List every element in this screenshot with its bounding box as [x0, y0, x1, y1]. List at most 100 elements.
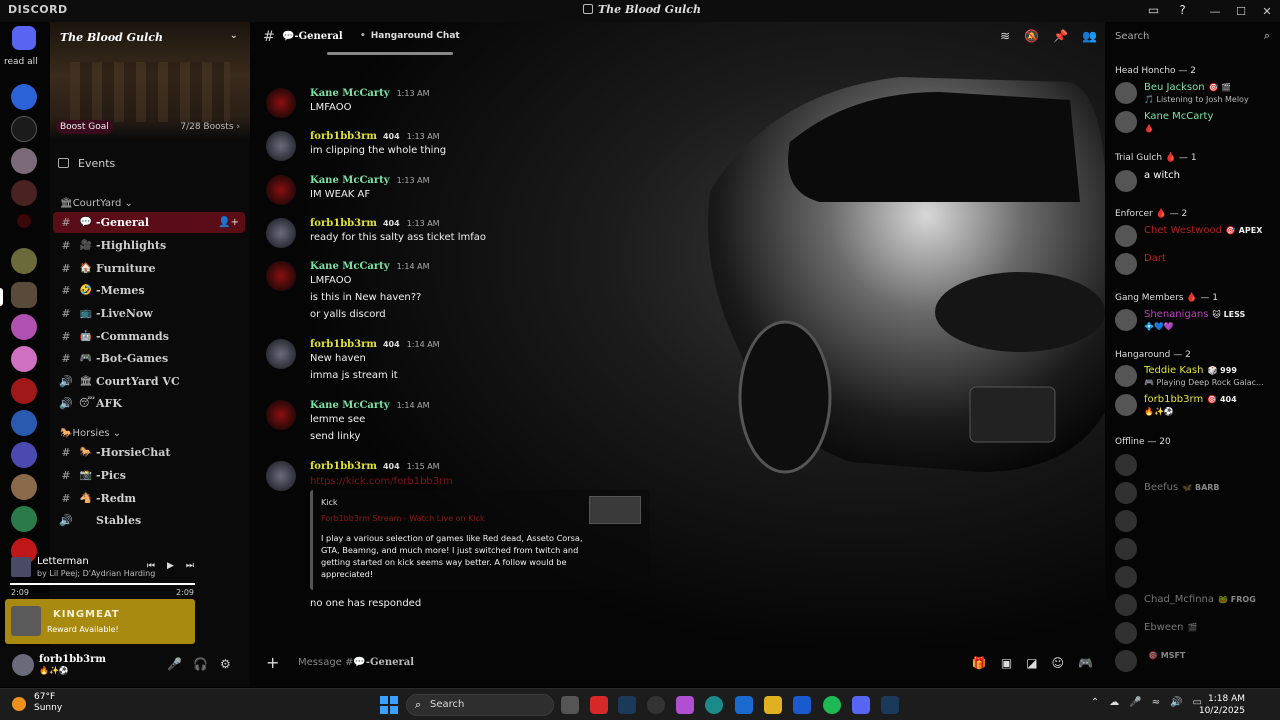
avatar[interactable]: [266, 339, 296, 369]
message-author[interactable]: forb1bb3rm: [310, 218, 377, 229]
wifi-icon[interactable]: ≈: [1152, 697, 1160, 708]
copilot-icon[interactable]: [676, 696, 694, 714]
gift-icon[interactable]: 🎁: [972, 656, 987, 670]
server-icon[interactable]: [11, 346, 37, 372]
category-horsies[interactable]: 🐎Horsies ⌄: [60, 428, 121, 439]
channel-highlights[interactable]: # 🎥 -Highlights: [53, 235, 245, 256]
boost-goal[interactable]: Boost Goal 7/28 Boosts ›: [56, 120, 246, 136]
avatar[interactable]: [1115, 309, 1137, 331]
message-author[interactable]: Kane McCarty: [310, 175, 390, 186]
message-author[interactable]: Kane McCarty: [310, 400, 390, 411]
server-icon[interactable]: [11, 410, 37, 436]
member-row[interactable]: [1110, 451, 1275, 479]
member-name[interactable]: Ebween 🎬: [1144, 622, 1197, 633]
clock[interactable]: 1:18 AM 10/2/2025: [1199, 693, 1245, 717]
member-row[interactable]: Kane McCarty 🩸: [1110, 108, 1275, 136]
gif-icon[interactable]: ▣: [1001, 656, 1012, 670]
member-name[interactable]: Chad_Mcfinna 🐸 FROG: [1144, 594, 1256, 605]
avatar[interactable]: [1115, 566, 1137, 588]
server-icon[interactable]: [11, 474, 37, 500]
server-tag-badge[interactable]: 404: [383, 219, 400, 228]
voice-channel-courtyard-vc[interactable]: 🔊 🏛 CourtYard VC: [53, 371, 245, 392]
message-author[interactable]: forb1bb3rm: [310, 339, 377, 350]
member-name[interactable]: Dart: [1144, 253, 1166, 264]
member-row[interactable]: 🎯 MSFT: [1110, 647, 1275, 675]
next-icon[interactable]: ⏭: [186, 561, 194, 571]
server-icon[interactable]: [11, 314, 37, 340]
avatar[interactable]: [1115, 111, 1137, 133]
avatar[interactable]: [1115, 225, 1137, 247]
channel-pics[interactable]: # 📸 -Pics: [53, 465, 245, 486]
message-link[interactable]: https://kick.com/forb1bb3rm: [310, 476, 453, 487]
embed-title[interactable]: Forb1bb3rm Stream - Watch Live on Kick: [321, 514, 485, 523]
minimize-icon[interactable]: —: [1202, 0, 1228, 22]
member-row[interactable]: forb1bb3rm 🎯 404 🔥✨⚽: [1110, 391, 1275, 419]
windows-start-icon[interactable]: [380, 696, 398, 714]
volume-icon[interactable]: 🔊: [1170, 697, 1182, 708]
member-row[interactable]: Shenanigans 🐱 LESS 💠💙💜: [1110, 306, 1275, 334]
play-icon[interactable]: ▶: [167, 561, 174, 571]
steam-icon[interactable]: [881, 696, 899, 714]
weather-icon[interactable]: [12, 697, 26, 711]
microphone-icon[interactable]: 🎤: [167, 657, 182, 671]
server-name[interactable]: The Blood Gulch: [60, 31, 163, 44]
server-tag-badge[interactable]: 404: [383, 132, 400, 141]
avatar[interactable]: [266, 218, 296, 248]
member-name[interactable]: Chet Westwood 🎯 APEX: [1144, 225, 1262, 236]
voice-channel-stables[interactable]: 🔊 Stables: [53, 510, 245, 531]
avatar[interactable]: [12, 654, 34, 676]
events-button[interactable]: Events: [58, 157, 115, 170]
message-author[interactable]: forb1bb3rm: [310, 131, 377, 142]
member-list-icon[interactable]: 👥: [1082, 29, 1097, 43]
settings-gear-icon[interactable]: ⚙: [220, 657, 231, 671]
message-author[interactable]: Kane McCarty: [310, 88, 390, 99]
avatar[interactable]: [1115, 510, 1137, 532]
member-row[interactable]: [1110, 563, 1275, 591]
channel-redm[interactable]: # 🐴 -Redm: [53, 488, 245, 509]
avatar[interactable]: [266, 88, 296, 118]
member-row[interactable]: Chet Westwood 🎯 APEX: [1110, 222, 1275, 250]
invite-icon[interactable]: 👤+: [218, 217, 239, 228]
store-icon[interactable]: [793, 696, 811, 714]
member-row[interactable]: Chad_Mcfinna 🐸 FROG: [1110, 591, 1275, 619]
link-embed[interactable]: Kick Forb1bb3rm Stream - Watch Live on K…: [310, 490, 650, 590]
help-icon[interactable]: ?: [1176, 4, 1189, 17]
server-icon[interactable]: [11, 282, 37, 308]
embed-thumbnail[interactable]: [589, 496, 641, 524]
avatar[interactable]: [266, 400, 296, 430]
avatar[interactable]: [266, 261, 296, 291]
avatar[interactable]: [1115, 622, 1137, 644]
cloud-icon[interactable]: ☁: [1109, 697, 1119, 708]
member-name[interactable]: Beu Jackson 🎯 🎬: [1144, 82, 1231, 93]
member-name[interactable]: a witch: [1144, 170, 1180, 181]
member-row[interactable]: Teddie Kash 🎲 999 🎮 Playing Deep Rock Gala…: [1110, 362, 1275, 390]
song-title[interactable]: Letterman: [37, 556, 89, 567]
server-icon[interactable]: [17, 214, 31, 228]
avatar[interactable]: [1115, 650, 1137, 672]
message-input[interactable]: Message #💬-General: [298, 657, 414, 668]
attach-plus-icon[interactable]: +: [266, 653, 279, 672]
member-name[interactable]: forb1bb3rm 🎯 404: [1144, 394, 1237, 405]
server-banner[interactable]: The Blood Gulch ⌄ Boost Goal 7/28 Boosts…: [50, 22, 250, 140]
emoji-icon[interactable]: ☺: [1052, 656, 1065, 670]
server-icon[interactable]: [11, 506, 37, 532]
voice-channel-afk[interactable]: 🔊 😴 AFK: [53, 393, 245, 414]
member-row[interactable]: [1110, 535, 1275, 563]
server-icon[interactable]: [11, 116, 37, 142]
notifications-muted-icon[interactable]: 🔕: [1024, 29, 1039, 43]
message-author[interactable]: Kane McCarty: [310, 261, 390, 272]
app-icon[interactable]: [647, 696, 665, 714]
member-row[interactable]: a witch: [1110, 167, 1275, 195]
avatar[interactable]: [1115, 594, 1137, 616]
server-icon[interactable]: [11, 148, 37, 174]
steam-icon[interactable]: [618, 696, 636, 714]
outlook-icon[interactable]: [735, 696, 753, 714]
category-courtyard[interactable]: 🏛CourtYard ⌄: [60, 198, 133, 209]
search-icon[interactable]: ⌕: [1264, 29, 1270, 43]
search-input[interactable]: Search: [1115, 31, 1149, 42]
member-name[interactable]: Beefus 🦋 BARB: [1144, 482, 1220, 493]
weather-widget[interactable]: 67°F Sunny: [34, 692, 62, 714]
member-row[interactable]: Dart: [1110, 250, 1275, 278]
avatar[interactable]: [266, 175, 296, 205]
reward-banner[interactable]: KINGMEAT Reward Available!: [5, 599, 195, 644]
